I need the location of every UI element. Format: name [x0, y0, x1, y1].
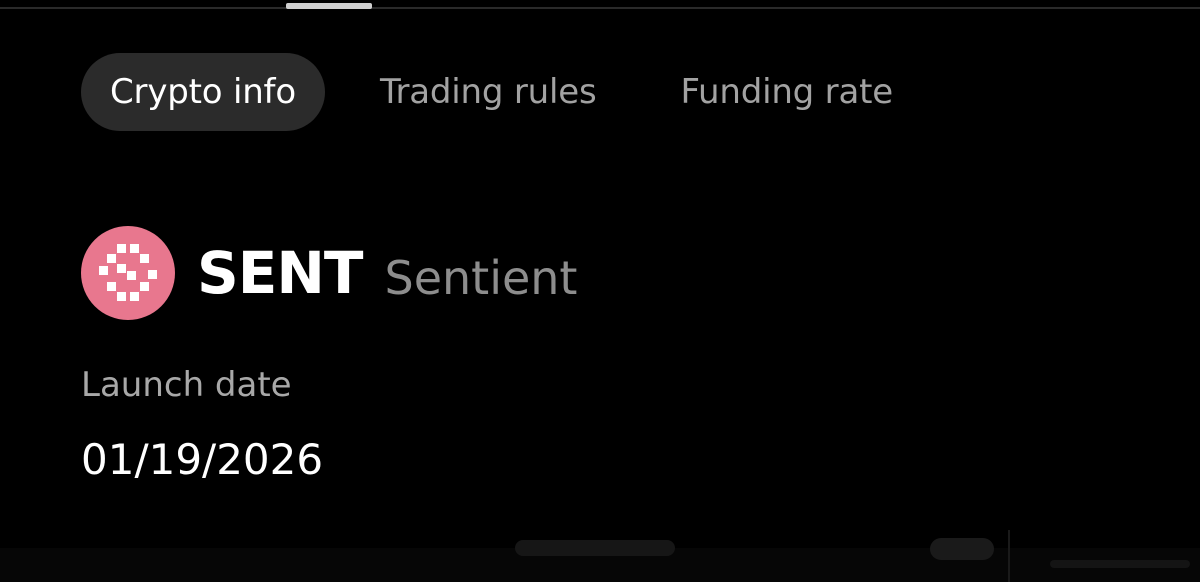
coin-name: Sentient: [384, 251, 578, 305]
coin-header: SENT Sentient: [81, 226, 577, 320]
tab-funding-rate[interactable]: Funding rate: [681, 53, 894, 131]
launch-date-label: Launch date: [81, 365, 292, 405]
faded-bottom-divider: [1008, 530, 1010, 582]
faded-bottom-text: [1050, 560, 1190, 568]
tab-crypto-info[interactable]: Crypto info: [81, 53, 325, 131]
coin-symbol: SENT: [197, 239, 363, 307]
top-tab-indicator: [286, 3, 372, 9]
tab-trading-rules[interactable]: Trading rules: [380, 53, 597, 131]
faded-bottom-pill: [930, 538, 994, 560]
launch-date-value: 01/19/2026: [81, 435, 324, 484]
faded-bottom-element: [515, 540, 675, 556]
info-tabs: Crypto info Trading rules Funding rate: [81, 53, 893, 131]
sentient-logo-icon: [81, 226, 175, 320]
top-divider: [0, 7, 1200, 9]
